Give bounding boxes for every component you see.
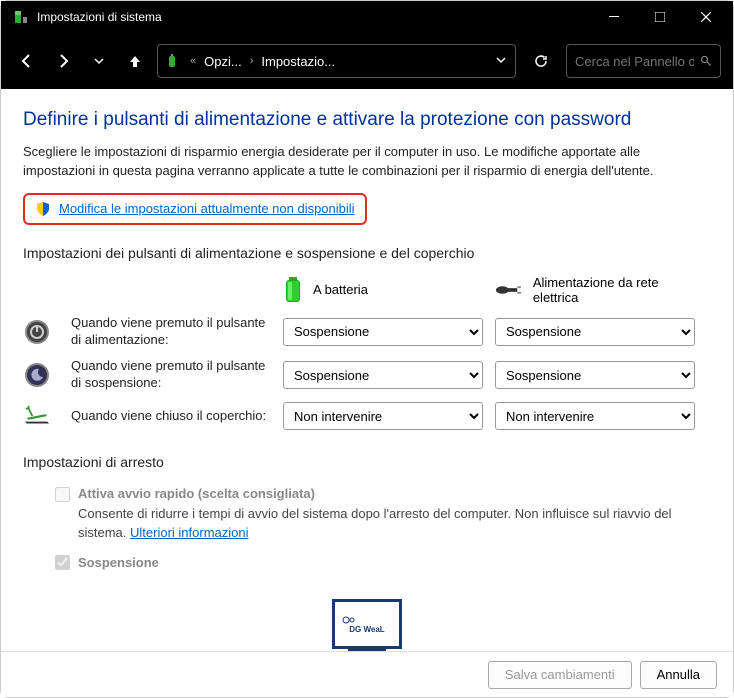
back-button[interactable]: [13, 47, 41, 75]
gear-icon: [341, 615, 357, 625]
fast-startup-title: Attiva avvio rapido (scelta consigliata): [78, 484, 315, 504]
power-button-ac-select[interactable]: Sospensione: [495, 318, 695, 346]
close-button[interactable]: [683, 1, 729, 33]
history-dropdown[interactable]: [85, 47, 113, 75]
search-icon: [700, 54, 712, 68]
minimize-button[interactable]: [591, 1, 637, 33]
power-button-battery-select[interactable]: Sospensione: [283, 318, 483, 346]
power-button-label: Quando viene premuto il pulsante di alim…: [71, 315, 271, 349]
sleep-option: Sospensione: [55, 553, 711, 573]
battery-icon: [283, 275, 303, 305]
shutdown-section: Impostazioni di arresto Attiva avvio rap…: [23, 454, 711, 572]
power-section-title: Impostazioni dei pulsanti di alimentazio…: [23, 245, 711, 261]
refresh-button[interactable]: [524, 44, 558, 78]
app-icon: [13, 9, 29, 25]
power-settings-grid: A batteria Alimentazione da rete elettri…: [23, 275, 711, 431]
ac-column-header: Alimentazione da rete elettrica: [495, 275, 695, 305]
shutdown-section-title: Impostazioni di arresto: [23, 454, 711, 470]
more-info-link[interactable]: Ulteriori informazioni: [130, 525, 248, 540]
lid-close-icon: [23, 402, 51, 430]
forward-button[interactable]: [49, 47, 77, 75]
window-title: Impostazioni di sistema: [37, 10, 591, 24]
sleep-button-icon: [23, 361, 51, 389]
admin-link-box: Modifica le impostazioni attualmente non…: [23, 193, 367, 225]
power-plan-icon: [166, 53, 182, 69]
search-box[interactable]: [566, 44, 721, 78]
sleep-button-battery-select[interactable]: Sospensione: [283, 361, 483, 389]
up-button[interactable]: [121, 47, 149, 75]
cancel-button[interactable]: Annulla: [640, 661, 717, 689]
footer: Salva cambiamenti Annulla: [1, 651, 733, 697]
sleep-button-label: Quando viene premuto il pulsante di sosp…: [71, 358, 271, 392]
maximize-button[interactable]: [637, 1, 683, 33]
breadcrumb[interactable]: « Opzi... › Impostazio...: [157, 44, 516, 78]
fast-startup-checkbox[interactable]: [55, 487, 70, 502]
breadcrumb-item-2[interactable]: Impostazio...: [261, 54, 335, 69]
lid-close-label: Quando viene chiuso il coperchio:: [71, 408, 271, 425]
page-heading: Definire i pulsanti di alimentazione e a…: [23, 109, 711, 131]
lid-battery-select[interactable]: Non intervenire: [283, 402, 483, 430]
breadcrumb-prefix: «: [190, 55, 196, 67]
lid-ac-select[interactable]: Non intervenire: [495, 402, 695, 430]
fast-startup-option: Attiva avvio rapido (scelta consigliata)…: [55, 484, 711, 543]
admin-change-link[interactable]: Modifica le impostazioni attualmente non…: [59, 201, 355, 216]
sleep-checkbox[interactable]: [55, 555, 70, 570]
watermark-logo: DG WeaL: [332, 599, 402, 649]
power-button-icon: [23, 318, 51, 346]
battery-column-header: A batteria: [283, 275, 483, 305]
chevron-right-icon: ›: [250, 55, 254, 67]
sleep-option-title: Sospensione: [78, 553, 159, 573]
save-button[interactable]: Salva cambiamenti: [488, 661, 632, 689]
breadcrumb-dropdown[interactable]: [495, 54, 507, 69]
sleep-button-ac-select[interactable]: Sospensione: [495, 361, 695, 389]
page-description: Scegliere le impostazioni di risparmio e…: [23, 143, 711, 181]
plug-icon: [495, 281, 523, 299]
content-area: Definire i pulsanti di alimentazione e a…: [1, 89, 733, 651]
breadcrumb-item-1[interactable]: Opzi...: [204, 54, 242, 69]
shield-icon: [35, 201, 51, 217]
titlebar: Impostazioni di sistema: [1, 1, 733, 33]
navbar: « Opzi... › Impostazio...: [1, 33, 733, 89]
search-input[interactable]: [575, 54, 694, 69]
